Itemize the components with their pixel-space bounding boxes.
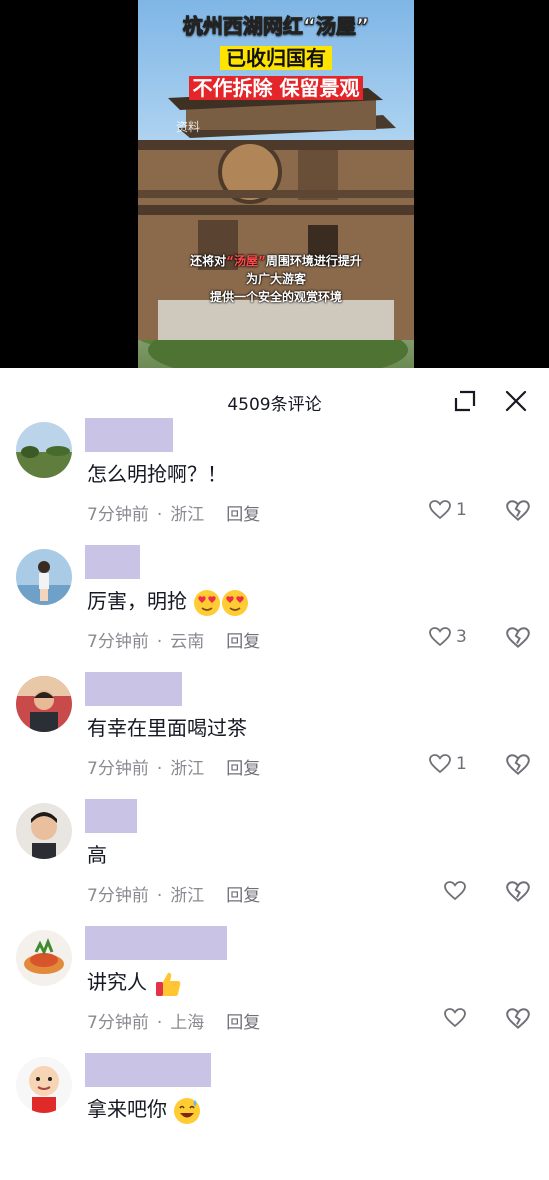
comment-meta: 7分钟前 · 浙江 回复	[87, 886, 261, 906]
reply-button[interactable]: 回复	[226, 505, 260, 525]
like-button[interactable]: 1	[428, 752, 467, 778]
broken-heart-icon[interactable]	[505, 879, 531, 905]
comment-item: 讲究人 7分钟前 · 上海 回复	[0, 926, 549, 1053]
heart-icon	[444, 881, 466, 901]
username-placeholder[interactable]	[85, 1053, 211, 1087]
like-count: 1	[456, 500, 467, 520]
video-title-line3: 不作拆除 保留景观	[138, 72, 414, 101]
comment-item: 厉害，明抢 7分钟前 · 云南 回复 3	[0, 545, 549, 672]
username-placeholder[interactable]	[85, 545, 140, 579]
comment-item: 拿来吧你	[0, 1053, 549, 1180]
username-placeholder[interactable]	[85, 799, 137, 833]
comment-panel: 4509条评论 怎么明抢啊？！ 7分钟前 · 浙江 回复 1 厉害，明抢 7分钟…	[0, 368, 549, 1128]
comment-time: 7分钟前	[87, 1013, 149, 1033]
reply-button[interactable]: 回复	[226, 632, 260, 652]
heart-icon	[444, 1008, 466, 1028]
like-count: 3	[456, 627, 467, 647]
comment-text: 拿来吧你	[87, 1093, 201, 1125]
girl-avatar[interactable]	[16, 549, 72, 605]
video-subtitle-line3: 提供一个安全的观赏环境	[209, 290, 342, 304]
like-button[interactable]	[443, 1006, 467, 1032]
thumbs-up-emoji-icon	[156, 972, 181, 996]
username-placeholder[interactable]	[85, 418, 173, 452]
comment-text: 怎么明抢啊？！	[87, 462, 227, 486]
food-avatar[interactable]	[16, 930, 72, 986]
comment-time: 7分钟前	[87, 505, 149, 525]
video-title-line2: 已收归国有	[138, 42, 414, 71]
comment-text: 高	[87, 843, 107, 867]
broken-heart-icon[interactable]	[505, 498, 531, 524]
broken-heart-icon[interactable]	[505, 1006, 531, 1032]
broken-heart-icon[interactable]	[505, 752, 531, 778]
video-frame[interactable]: 杭州西湖网红“汤屋” 已收归国有 不作拆除 保留景观 资料 还将对“汤屋”周围环…	[138, 0, 414, 368]
cartoon-avatar[interactable]	[16, 1057, 72, 1113]
comment-item: 有幸在里面喝过茶 7分钟前 · 浙江 回复 1	[0, 672, 549, 799]
man-glasses-avatar[interactable]	[16, 803, 72, 859]
heart-icon	[429, 754, 451, 774]
comment-location: 云南	[170, 632, 205, 652]
reply-button[interactable]: 回复	[226, 886, 260, 906]
comment-location: 浙江	[170, 759, 205, 779]
comment-location: 浙江	[170, 886, 205, 906]
comment-item: 高 7分钟前 · 浙江 回复	[0, 799, 549, 926]
reply-button[interactable]: 回复	[226, 1013, 260, 1033]
like-button[interactable]: 1	[428, 498, 467, 524]
broken-heart-icon[interactable]	[505, 625, 531, 651]
close-icon[interactable]	[503, 388, 529, 414]
man-avatar[interactable]	[16, 676, 72, 732]
reply-button[interactable]: 回复	[226, 759, 260, 779]
username-placeholder[interactable]	[85, 672, 182, 706]
comment-meta: 7分钟前 · 浙江 回复	[87, 759, 261, 779]
video-watermark: 资料	[176, 120, 201, 134]
comment-text: 讲究人	[87, 966, 183, 999]
like-button[interactable]	[443, 879, 467, 905]
comment-time: 7分钟前	[87, 759, 149, 779]
heart-eyes-emoji-icon	[222, 589, 249, 616]
like-button[interactable]: 3	[428, 625, 467, 651]
video-subtitle-line1: 还将对“汤屋”周围环境进行提升	[190, 254, 362, 268]
comment-meta: 7分钟前 · 上海 回复	[87, 1013, 261, 1033]
comment-meta: 7分钟前 · 云南 回复	[87, 632, 261, 652]
heart-eyes-emoji-icon	[194, 589, 221, 616]
comment-time: 7分钟前	[87, 886, 149, 906]
username-placeholder[interactable]	[85, 926, 227, 960]
expand-icon[interactable]	[452, 388, 478, 414]
video-title-line1: 杭州西湖网红“汤屋”	[182, 14, 370, 39]
like-count: 1	[456, 754, 467, 774]
comment-time: 7分钟前	[87, 632, 149, 652]
comment-text: 厉害，明抢	[87, 585, 249, 617]
comment-location: 上海	[170, 1013, 205, 1033]
comment-item: 怎么明抢啊？！ 7分钟前 · 浙江 回复 1	[0, 418, 549, 545]
landscape-avatar[interactable]	[16, 422, 72, 478]
comment-text: 有幸在里面喝过茶	[87, 716, 247, 740]
heart-icon	[429, 500, 451, 520]
comment-location: 浙江	[170, 505, 205, 525]
comment-meta: 7分钟前 · 浙江 回复	[87, 505, 261, 525]
heart-icon	[429, 627, 451, 647]
video-subtitle-line2: 为广大游客	[245, 272, 306, 286]
grin-sweat-emoji-icon	[174, 1097, 201, 1124]
video-player[interactable]: 杭州西湖网红“汤屋” 已收归国有 不作拆除 保留景观 资料 还将对“汤屋”周围环…	[0, 0, 549, 368]
